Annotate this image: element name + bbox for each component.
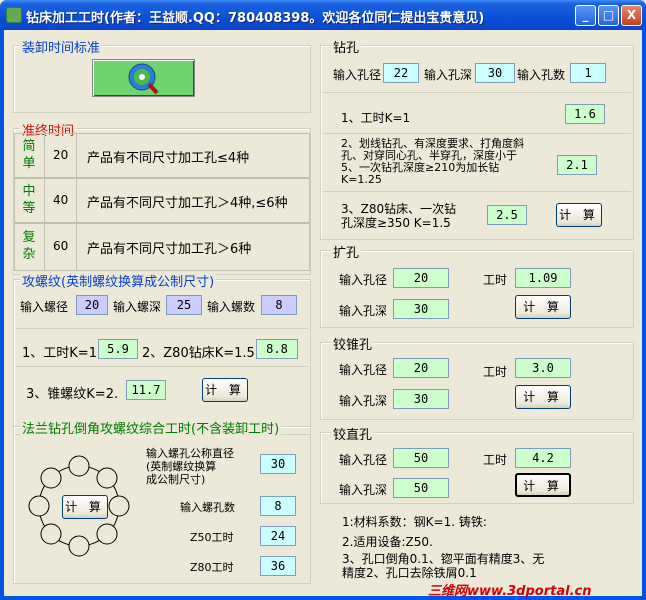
drill-depth-label: 输入孔深 <box>424 68 473 82</box>
flange-holes-input[interactable]: 8 <box>260 496 296 516</box>
straight-depth-input[interactable]: 50 <box>393 478 449 498</box>
tap-depth-label: 输入螺深 <box>113 300 162 314</box>
tap-k1-value: 5.9 <box>98 339 138 359</box>
loading-time-title: 装卸时间标准 <box>20 37 103 56</box>
loading-time-panel: 装卸时间标准 <box>13 37 311 113</box>
straight-ream-title: 铰直孔 <box>331 424 375 443</box>
disc-search-icon <box>128 63 159 95</box>
setup-value-simple: 20 <box>53 148 69 162</box>
straight-time-value: 4.2 <box>515 448 571 468</box>
reaming-panel: 扩孔 输入孔径 20 工时 1.09 输入孔深 30 计 算 <box>320 242 634 328</box>
tap-k2-label: 2、Z80钻床K=1.5. <box>142 346 259 361</box>
flange-title: 法兰钻孔倒角攻螺纹综合工时(不含装卸工时) <box>20 418 282 437</box>
maximize-button[interactable]: □ <box>598 5 619 26</box>
setup-desc-simple: 产品有不同尺寸加工孔≤4种 <box>87 151 250 166</box>
setup-level-complex-1: 复 <box>22 230 36 245</box>
note-equipment: 2.适用设备:Z50. <box>342 535 433 549</box>
setup-level-medium-2: 等 <box>22 201 36 216</box>
taper-depth-input[interactable]: 30 <box>393 389 449 409</box>
client-area: 装卸时间标准 准终时间 简 单 20 产品有不同尺寸加工孔≤4种 中 等 40 … <box>4 30 642 599</box>
tap-depth-input[interactable]: 25 <box>166 295 202 315</box>
title-bar: 钻床加工工时(作者：王益顺.QQ：780408398。欢迎各位同仁提出宝贵意见)… <box>0 0 646 30</box>
setup-desc-medium: 产品有不同尺寸加工孔＞4种,≤6种 <box>87 196 288 211</box>
tapping-title: 攻螺纹(英制螺纹换算成公制尺寸) <box>20 271 217 290</box>
note-material-factor: 1:材料系数：钢K=1. 铸铁: <box>342 515 487 529</box>
ream-time-value: 1.09 <box>515 268 571 288</box>
tap-k3-label: 3、锥螺纹K=2. <box>26 387 119 402</box>
setup-level-simple-1: 简 <box>22 139 36 154</box>
taper-diameter-input[interactable]: 20 <box>393 358 449 378</box>
straight-calc-button[interactable]: 计 算 <box>515 473 571 497</box>
straight-ream-panel: 铰直孔 输入孔径 50 工时 4.2 输入孔深 50 计 算 <box>320 424 634 504</box>
drill-diameter-label: 输入孔径 <box>333 68 382 82</box>
taper-diameter-label: 输入孔径 <box>339 363 388 377</box>
drill-k1-value: 1.6 <box>565 104 605 124</box>
watermark: 三维网www.3dportal.cn <box>428 584 592 599</box>
setup-time-panel: 准终时间 简 单 20 产品有不同尺寸加工孔≤4种 中 等 40 产品有不同尺寸… <box>13 120 311 275</box>
straight-diameter-label: 输入孔径 <box>339 453 388 467</box>
tap-diameter-label: 输入螺径 <box>20 300 69 314</box>
flange-nominal-input[interactable]: 30 <box>260 454 296 474</box>
tap-count-input[interactable]: 8 <box>261 295 297 315</box>
drill-count-label: 输入孔数 <box>517 68 566 82</box>
setup-level-simple-2: 单 <box>22 156 36 171</box>
drill-k3-label: 3、Z80钻床、一次钻 孔深度≥350 K=1.5 <box>341 202 457 230</box>
ream-depth-label: 输入孔深 <box>339 304 388 318</box>
ream-time-label: 工时 <box>483 273 508 287</box>
drill-calc-button[interactable]: 计 算 <box>556 203 602 227</box>
ream-diameter-label: 输入孔径 <box>339 273 388 287</box>
ream-diameter-input[interactable]: 20 <box>393 268 449 288</box>
tap-calc-button[interactable]: 计 算 <box>202 378 248 402</box>
flange-z50-label: Z50工时 <box>190 531 234 544</box>
drill-k3-value: 2.5 <box>487 205 527 225</box>
note-chamfer: 3、孔口倒角0.1、锪平面有精度3、无 精度2、孔口去除铁屑0.1 <box>342 552 545 580</box>
straight-depth-label: 输入孔深 <box>339 483 388 497</box>
drill-count-input[interactable]: 1 <box>570 63 606 83</box>
app-window: 钻床加工工时(作者：王益顺.QQ：780408398。欢迎各位同仁提出宝贵意见)… <box>0 0 646 600</box>
setup-value-medium: 40 <box>53 193 69 207</box>
taper-calc-button[interactable]: 计 算 <box>515 385 571 409</box>
ream-depth-input[interactable]: 30 <box>393 299 449 319</box>
taper-ream-panel: 铰锥孔 输入孔径 20 工时 3.0 输入孔深 30 计 算 <box>320 334 634 420</box>
flange-z80-value: 36 <box>260 556 296 576</box>
reaming-title: 扩孔 <box>331 242 362 261</box>
setup-value-complex: 60 <box>53 239 69 253</box>
taper-depth-label: 输入孔深 <box>339 394 388 408</box>
window-title: 钻床加工工时(作者：王益顺.QQ：780408398。欢迎各位同仁提出宝贵意见) <box>26 11 485 26</box>
loading-time-button[interactable] <box>92 59 195 97</box>
tap-k1-label: 1、工时K=1 <box>22 346 97 361</box>
tap-k3-value: 11.7 <box>126 380 166 400</box>
taper-time-value: 3.0 <box>515 358 571 378</box>
tap-diameter-input[interactable]: 20 <box>76 295 108 315</box>
flange-calc-button[interactable]: 计 算 <box>62 495 108 519</box>
tapping-panel: 攻螺纹(英制螺纹换算成公制尺寸) 输入螺径 20 输入螺深 25 输入螺数 8 … <box>13 271 311 435</box>
ream-calc-button[interactable]: 计 算 <box>515 295 571 319</box>
setup-desc-complex: 产品有不同尺寸加工孔＞6种 <box>87 242 252 257</box>
close-button[interactable]: X <box>621 5 642 26</box>
flange-holes-label: 输入螺孔数 <box>180 501 235 514</box>
flange-nominal-label: 输入螺孔公称直径 (英制螺纹换算 成公制尺寸) <box>146 447 234 486</box>
drilling-panel: 钻孔 输入孔径 22 输入孔深 30 输入孔数 1 1、工时K=1 1.6 2、… <box>320 37 634 240</box>
taper-time-label: 工时 <box>483 365 508 379</box>
drill-k1-label: 1、工时K=1 <box>341 111 411 125</box>
drill-k2-label: 2、划线钻孔、有深度要求、打角度斜 孔、对穿同心孔、半穿孔，深度小于 5、一次钻… <box>341 137 524 186</box>
flange-z50-value: 24 <box>260 526 296 546</box>
setup-level-complex-2: 杂 <box>22 247 36 262</box>
app-icon <box>6 7 22 23</box>
drilling-title: 钻孔 <box>331 37 362 56</box>
flange-z80-label: Z80工时 <box>190 561 234 574</box>
tap-count-label: 输入螺数 <box>207 300 256 314</box>
minimize-button[interactable]: _ <box>575 5 596 26</box>
straight-diameter-input[interactable]: 50 <box>393 448 449 468</box>
drill-k2-value: 2.1 <box>557 155 597 175</box>
setup-level-medium-1: 中 <box>22 184 36 199</box>
tap-k2-value: 8.8 <box>256 339 298 359</box>
flange-panel: 法兰钻孔倒角攻螺纹综合工时(不含装卸工时) 计 算 输入螺孔公称直径 (英制螺纹… <box>13 418 311 584</box>
drill-depth-input[interactable]: 30 <box>475 63 515 83</box>
drill-diameter-input[interactable]: 22 <box>383 63 419 83</box>
straight-time-label: 工时 <box>483 453 508 467</box>
taper-ream-title: 铰锥孔 <box>331 334 375 353</box>
